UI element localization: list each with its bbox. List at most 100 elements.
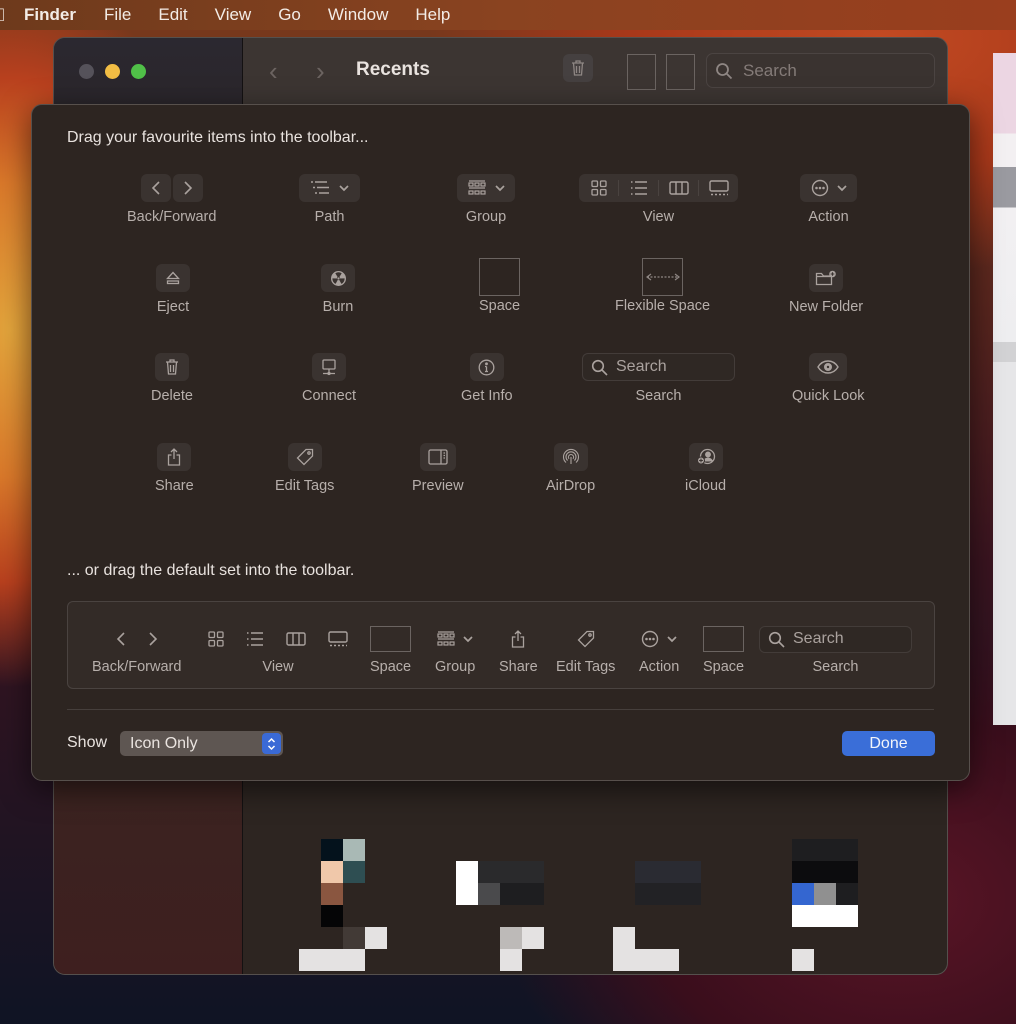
toolbar-item-eject[interactable]: Eject <box>156 264 190 315</box>
chevron-down-icon <box>494 184 505 191</box>
customize-toolbar-sheet: Drag your favourite items into the toolb… <box>31 104 970 781</box>
item-label: Action <box>808 209 849 225</box>
finder-toolbar: ‹ › Recents Search <box>243 38 947 104</box>
space-icon <box>370 626 412 652</box>
item-label: New Folder <box>789 299 864 315</box>
menu-window[interactable]: Window <box>328 5 388 25</box>
toolbar-item-share[interactable]: Share <box>155 443 194 494</box>
maximize-button[interactable] <box>131 64 146 79</box>
show-label: Show <box>67 734 108 751</box>
burn-icon <box>321 264 355 292</box>
toolbar-item-connect[interactable]: Connect <box>302 353 356 404</box>
show-popup-button[interactable]: Icon Only <box>120 731 283 756</box>
toolbar-search-field[interactable]: Search <box>706 53 935 88</box>
toolbar-item-action[interactable]: Action <box>800 174 857 225</box>
toolbar-item-burn[interactable]: Burn <box>321 264 355 315</box>
item-label: Search <box>635 388 682 404</box>
item-label: Search <box>812 659 859 675</box>
action-icon <box>800 174 857 202</box>
apple-menu-icon[interactable]:  <box>0 5 10 26</box>
toolbar-item-flexible-space[interactable]: Flexible Space <box>615 258 710 314</box>
minimize-button[interactable] <box>105 64 120 79</box>
toolbar-item-back-forward[interactable]: Back/Forward <box>127 174 216 225</box>
toolbar-item-edit-tags[interactable]: Edit Tags <box>275 443 334 494</box>
column-view-icon <box>668 181 689 195</box>
menu-go[interactable]: Go <box>278 5 301 25</box>
toolbar-item-space[interactable]: Space <box>479 258 520 314</box>
default-item-edit-tags: Edit Tags <box>556 626 615 675</box>
toolbar-item-search[interactable]: Search Search <box>582 353 735 404</box>
default-item-search: Search Search <box>759 625 912 675</box>
search-icon <box>716 62 733 79</box>
list-view-icon <box>630 181 647 195</box>
toolbar-item-delete[interactable]: Delete <box>151 353 193 404</box>
default-item-group: Group <box>435 626 475 675</box>
back-forward-icon <box>116 626 158 652</box>
item-label: iCloud <box>685 478 727 494</box>
menu-help[interactable]: Help <box>415 5 450 25</box>
default-set-heading: ... or drag the default set into the too… <box>67 562 355 579</box>
tag-icon <box>287 443 322 471</box>
search-field-sample: Search <box>582 353 735 381</box>
item-label: Flexible Space <box>615 298 711 314</box>
sheet-heading: Drag your favourite items into the toolb… <box>67 129 369 146</box>
menu-view[interactable]: View <box>215 5 252 25</box>
connect-icon <box>312 353 346 381</box>
item-label: Back/Forward <box>92 659 182 675</box>
group-icon <box>457 174 515 202</box>
item-label: AirDrop <box>546 478 596 494</box>
show-selected-value: Icon Only <box>130 734 198 752</box>
space-icon <box>703 626 745 652</box>
eye-icon <box>809 353 848 381</box>
forward-chevron-icon[interactable]: › <box>316 56 325 87</box>
toolbar-item-get-info[interactable]: Get Info <box>461 353 513 404</box>
default-item-space: Space <box>703 626 744 675</box>
item-label: Burn <box>322 299 354 315</box>
menu-app-finder[interactable]: Finder <box>24 5 76 25</box>
toolbar-item-airdrop[interactable]: AirDrop <box>546 443 595 494</box>
item-label: Path <box>314 209 345 225</box>
new-folder-icon <box>809 264 844 292</box>
ellipsis-circle-icon <box>811 179 828 197</box>
chevron-down-icon <box>339 184 349 191</box>
toolbar-item-group[interactable]: Group <box>457 174 515 225</box>
search-field-sample: Search <box>759 625 912 653</box>
divider <box>67 709 934 710</box>
toolbar-delete-button[interactable] <box>563 54 593 82</box>
menu-bar:  Finder File Edit View Go Window Help <box>0 0 1016 30</box>
toolbar-item-preview[interactable]: Preview <box>412 443 464 494</box>
search-placeholder: Search <box>616 358 667 375</box>
toolbar-item-view[interactable]: View <box>579 174 738 225</box>
toolbar-item-quick-look[interactable]: Quick Look <box>792 353 865 404</box>
item-label: Share <box>155 478 194 494</box>
flexible-space-icon <box>642 258 684 296</box>
item-label: Edit Tags <box>556 659 616 675</box>
item-label: Action <box>639 659 680 675</box>
share-icon <box>511 626 525 652</box>
item-label: Eject <box>156 299 190 315</box>
action-icon <box>641 626 677 652</box>
search-placeholder: Search <box>793 630 844 647</box>
info-icon <box>469 353 504 381</box>
menu-edit[interactable]: Edit <box>158 5 187 25</box>
trash-icon <box>572 60 584 76</box>
menu-file[interactable]: File <box>104 5 131 25</box>
toolbar-item-path[interactable]: Path <box>299 174 360 225</box>
icon-view-icon <box>590 180 607 196</box>
background-window-strip <box>993 53 1016 725</box>
preview-icon <box>419 443 456 471</box>
toolbar-item-new-folder[interactable]: New Folder <box>789 264 863 315</box>
back-chevron-icon[interactable]: ‹ <box>269 56 278 87</box>
item-label: Space <box>370 659 412 675</box>
done-button[interactable]: Done <box>842 731 935 756</box>
item-label: Preview <box>412 478 464 494</box>
item-label: Delete <box>151 388 193 404</box>
default-toolbar-set[interactable]: Back/Forward View Space Group Share Edit… <box>67 601 935 689</box>
search-placeholder: Search <box>743 60 797 80</box>
close-button[interactable] <box>79 64 94 79</box>
item-label: Group <box>465 209 507 225</box>
toolbar-item-icloud[interactable]: iCloud <box>685 443 726 494</box>
item-label: Get Info <box>461 388 513 404</box>
view-icon <box>208 626 348 652</box>
default-item-back-forward: Back/Forward <box>92 626 181 675</box>
